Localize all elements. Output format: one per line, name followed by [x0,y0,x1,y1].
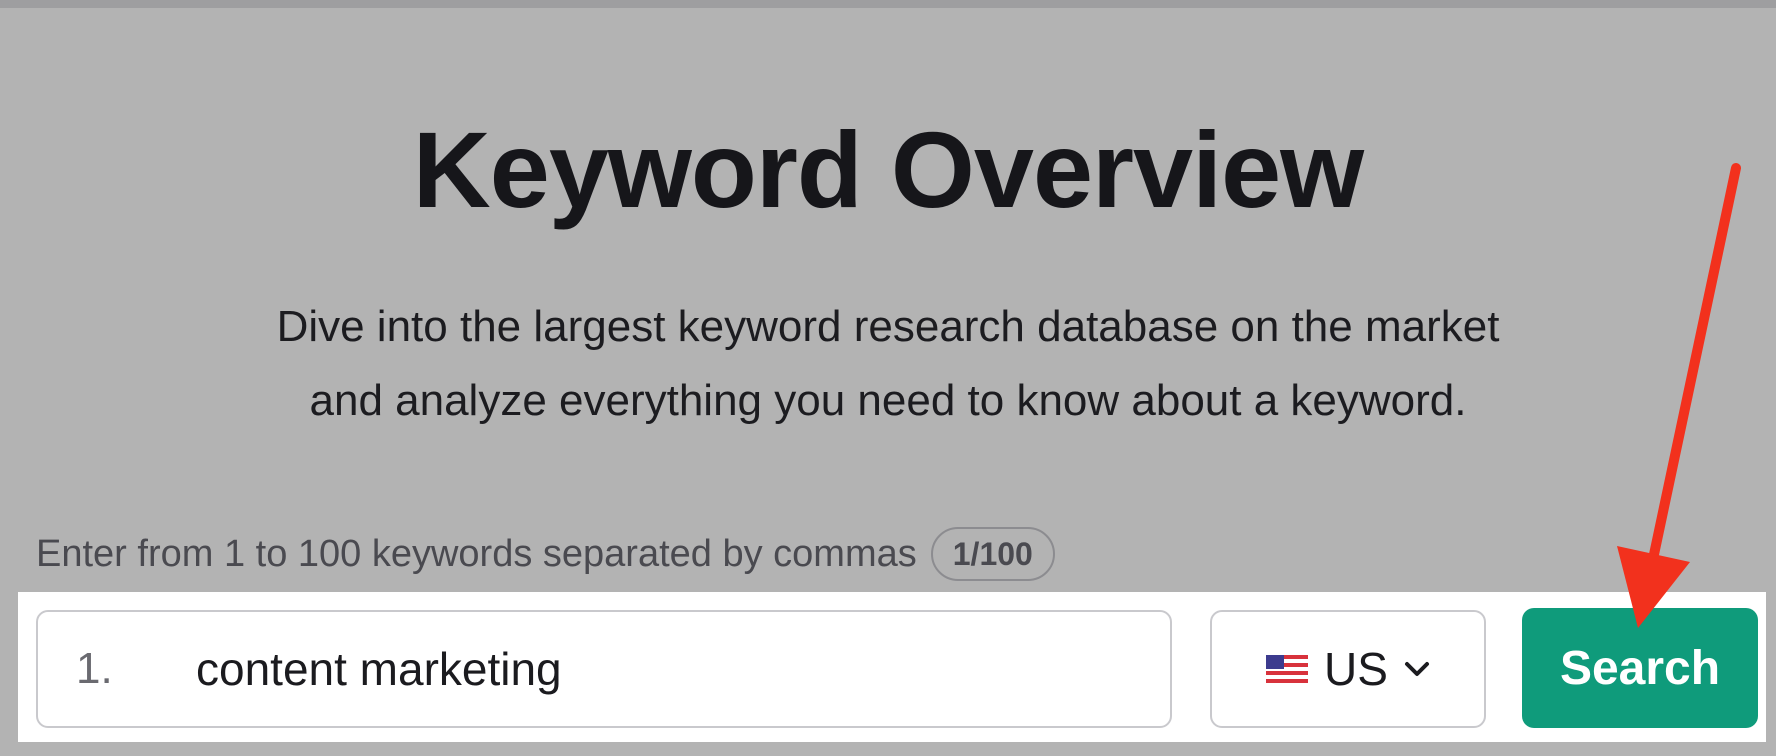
country-select-value: US [1324,643,1388,695]
page-subtitle: Dive into the largest keyword research d… [0,290,1776,438]
keyword-input-value[interactable]: content marketing [196,642,562,696]
chevron-down-icon [1404,662,1429,676]
keyword-hint: Enter from 1 to 100 keywords separated b… [36,526,1055,582]
keyword-input[interactable]: 1. content marketing [36,610,1172,728]
subtitle-line-1: Dive into the largest keyword research d… [276,302,1500,351]
keyword-line-number: 1. [76,644,113,693]
country-select[interactable]: US [1210,610,1486,728]
keyword-counter-badge: 1/100 [930,527,1055,581]
top-strip [0,0,1776,8]
search-button[interactable]: Search [1522,608,1758,728]
us-flag-icon [1266,655,1309,683]
keyword-hint-text: Enter from 1 to 100 keywords separated b… [36,532,917,575]
search-panel: 1. content marketing US Search [18,592,1766,742]
page-title: Keyword Overview [412,109,1364,230]
subtitle-line-2: and analyze everything you need to know … [309,376,1467,425]
